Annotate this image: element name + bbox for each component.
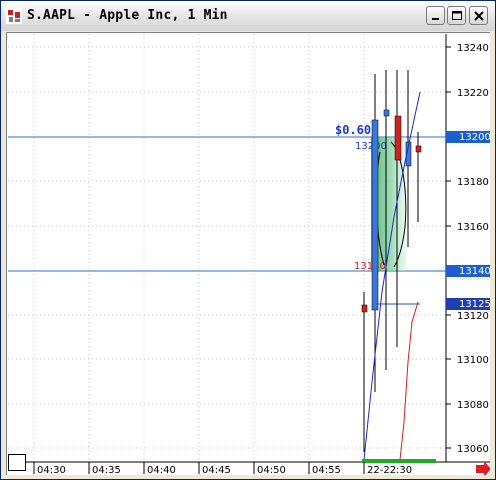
price-tick: 13160 (457, 222, 489, 233)
candle[interactable] (361, 304, 368, 313)
time-tick: 22-22:30 (367, 465, 412, 475)
chart-corner-box[interactable] (8, 454, 26, 471)
price-tick: 13080 (457, 400, 489, 411)
price-tick: 13180 (457, 177, 489, 188)
price-tick: 13240 (457, 43, 489, 54)
close-button[interactable] (469, 6, 488, 25)
session-bar (362, 459, 436, 463)
price-tick: 13220 (457, 88, 489, 99)
price-tick: 13100 (457, 355, 489, 366)
minimize-icon (432, 18, 439, 20)
time-tick: 04:45 (202, 465, 231, 475)
chart-window: S.AAPL - Apple Inc, 1 Min 13240 13220 13… (0, 0, 496, 480)
time-tick: 04:30 (37, 465, 66, 475)
lower-price-tag: 13140 (459, 266, 490, 277)
time-tick: 04:55 (312, 465, 341, 475)
candle[interactable] (371, 119, 379, 311)
time-tick: 04:50 (257, 465, 286, 475)
price-chart[interactable]: 13240 13220 13200 13180 13160 13140 1312… (7, 33, 490, 475)
candle[interactable] (415, 145, 422, 153)
upper-price-tag: 13200 (459, 132, 490, 143)
chart-area[interactable]: 13240 13220 13200 13180 13160 13140 1312… (6, 32, 490, 475)
entry-label: 13200 (355, 141, 387, 152)
red-average-line (399, 301, 419, 461)
profit-label: $0.60 (335, 123, 371, 137)
maximize-icon (452, 11, 462, 20)
minimize-button[interactable] (426, 6, 445, 25)
price-tick: 13120 (457, 311, 489, 322)
current-price-tag: 13125 (459, 299, 490, 310)
window-title: S.AAPL - Apple Inc, 1 Min (27, 8, 228, 23)
maximize-button[interactable] (447, 6, 466, 25)
candle[interactable] (394, 115, 402, 161)
time-tick: 04:35 (92, 465, 121, 475)
time-tick: 04:40 (147, 465, 176, 475)
stop-label: 13140 (354, 261, 386, 272)
red-right-arrow-icon[interactable] (476, 461, 490, 475)
candle[interactable] (383, 109, 390, 117)
close-icon (474, 11, 484, 21)
title-bar[interactable]: S.AAPL - Apple Inc, 1 Min (1, 1, 495, 31)
price-tick: 13060 (457, 444, 489, 455)
app-icon (6, 8, 22, 24)
